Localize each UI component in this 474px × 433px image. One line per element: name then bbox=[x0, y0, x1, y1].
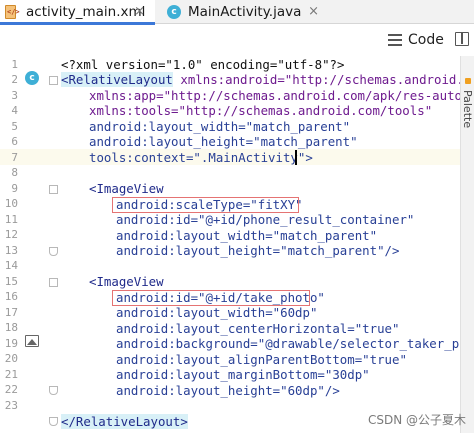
fold-marker-icon[interactable] bbox=[49, 417, 58, 426]
relativelayout-tag: <RelativeLayout bbox=[61, 72, 173, 87]
code-line[interactable]: android:layout_alignParentBottom="true" bbox=[116, 352, 407, 368]
code-line[interactable]: android:layout_height="match_parent"/> bbox=[116, 243, 399, 259]
code-line[interactable]: xmlns:app="http://schemas.android.com/ap… bbox=[89, 88, 469, 104]
tab-label: MainActivity.java bbox=[188, 4, 302, 20]
code-line[interactable]: xmlns:tools="http://schemas.android.com/… bbox=[89, 103, 432, 119]
xml-file-icon: </> bbox=[4, 4, 20, 20]
code-line[interactable]: android:layout_height="60dp"/> bbox=[116, 383, 340, 399]
line-number: 10 bbox=[4, 197, 18, 210]
fold-marker-icon[interactable] bbox=[49, 247, 58, 256]
watermark: CSDN @公子夏木 bbox=[368, 413, 467, 427]
line-number: 14 bbox=[4, 259, 18, 272]
line-number: 6 bbox=[11, 135, 18, 148]
line-number: 11 bbox=[4, 213, 18, 226]
tab-activity-main-xml[interactable]: </> activity_main.xml × bbox=[0, 0, 155, 25]
drawable-preview-icon[interactable] bbox=[25, 335, 39, 347]
code-line-relativelayout-close[interactable]: </RelativeLayout> bbox=[61, 414, 188, 430]
line-number: 8 bbox=[11, 166, 18, 179]
line-number: 23 bbox=[4, 399, 18, 412]
code-view-button[interactable]: Code bbox=[388, 30, 444, 50]
code-line[interactable]: android:layout_centerHorizontal="true" bbox=[116, 321, 399, 337]
code-line[interactable]: android:layout_marginBottom="30dp" bbox=[116, 367, 370, 383]
split-view-icon[interactable] bbox=[455, 32, 469, 46]
line-number: 9 bbox=[11, 182, 18, 195]
line-number: 16 bbox=[4, 290, 18, 303]
fold-marker-icon[interactable] bbox=[49, 185, 58, 194]
scaletype-highlight-box bbox=[112, 197, 299, 213]
line-number: 4 bbox=[11, 104, 18, 117]
code-line-xml-declaration[interactable]: <?xml version="1.0" encoding="utf-8"?> bbox=[61, 57, 344, 73]
editor-tab-bar: </> activity_main.xml × c MainActivity.j… bbox=[0, 0, 474, 25]
code-line[interactable]: android:layout_width="60dp" bbox=[116, 305, 317, 321]
line-number: 17 bbox=[4, 306, 18, 319]
code-token: xmlns:android="http://schemas.android.co… bbox=[172, 72, 474, 87]
close-icon[interactable]: × bbox=[134, 4, 145, 19]
warning-marker-icon[interactable] bbox=[465, 78, 471, 84]
line-number: 19 bbox=[4, 337, 18, 350]
code-line[interactable]: android:background="@drawable/selector_t… bbox=[116, 336, 474, 352]
code-line[interactable]: tools:context=".MainActivity"> bbox=[89, 150, 313, 166]
take-photo-highlight-box bbox=[112, 290, 310, 306]
close-icon[interactable]: × bbox=[308, 4, 319, 19]
code-line-relativelayout-open[interactable]: <RelativeLayout xmlns:android="http://sc… bbox=[61, 72, 474, 88]
text-caret bbox=[295, 150, 297, 165]
fold-marker-icon[interactable] bbox=[49, 386, 58, 395]
java-class-icon: c bbox=[167, 5, 181, 19]
code-view-icon bbox=[388, 34, 402, 46]
relativelayout-close-tag: </RelativeLayout> bbox=[61, 414, 188, 429]
tab-mainactivity-java[interactable]: c MainActivity.java × bbox=[161, 0, 329, 24]
code-line[interactable]: android:layout_width="match_parent" bbox=[89, 119, 350, 135]
line-number: 13 bbox=[4, 244, 18, 257]
fold-marker-icon[interactable] bbox=[49, 76, 58, 85]
line-number: 22 bbox=[4, 383, 18, 396]
line-number: 21 bbox=[4, 368, 18, 381]
line-number: 7 bbox=[11, 151, 18, 164]
tab-label: activity_main.xml bbox=[26, 4, 146, 20]
line-number: 20 bbox=[4, 352, 18, 365]
class-navigation-icon[interactable]: c bbox=[25, 71, 39, 85]
line-number: 2 bbox=[11, 73, 18, 86]
line-number: 12 bbox=[4, 228, 18, 241]
line-number: 15 bbox=[4, 275, 18, 288]
code-line[interactable]: android:layout_height="match_parent" bbox=[89, 134, 358, 150]
code-line[interactable]: android:layout_width="match_parent" bbox=[116, 228, 377, 244]
line-number: 18 bbox=[4, 321, 18, 334]
palette-panel-tab[interactable]: Palette bbox=[461, 90, 474, 128]
fold-marker-icon[interactable] bbox=[49, 278, 58, 287]
line-number: 3 bbox=[11, 89, 18, 102]
code-line-imageview-open[interactable]: <ImageView bbox=[89, 181, 164, 197]
line-number: 5 bbox=[11, 120, 18, 133]
code-line[interactable]: android:id="@+id/phone_result_container" bbox=[116, 212, 414, 228]
code-line-imageview-open[interactable]: <ImageView bbox=[89, 274, 164, 290]
line-number: 1 bbox=[11, 58, 18, 71]
code-view-label: Code bbox=[408, 32, 444, 48]
